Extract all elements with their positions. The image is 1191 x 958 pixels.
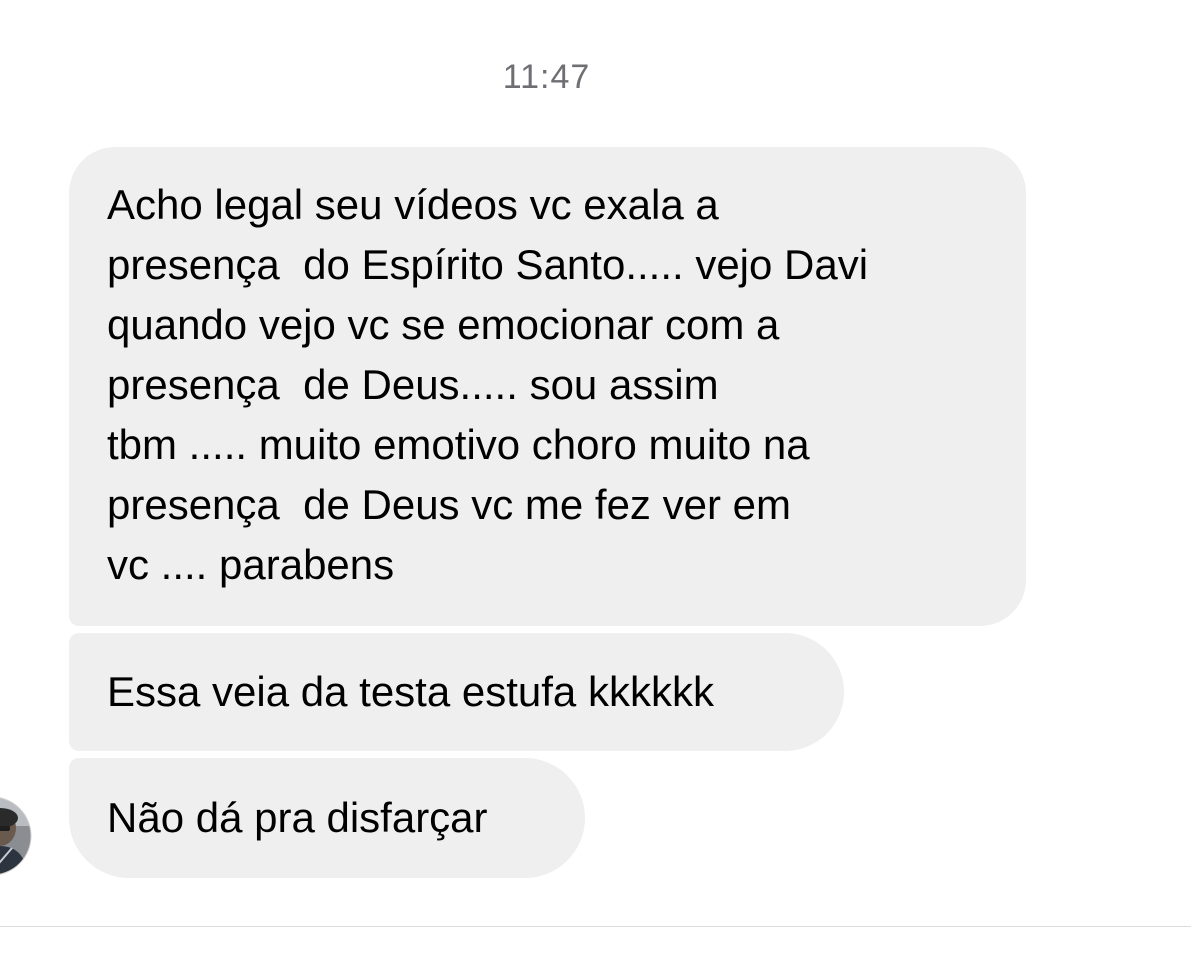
message-bubble[interactable]: Não dá pra disfarçar [69, 758, 585, 878]
message-text-line: Acho legal seu vídeos vc exala a [107, 181, 719, 228]
composer-divider [0, 926, 1191, 927]
sender-avatar[interactable] [0, 796, 32, 876]
message-bubble[interactable]: Essa veia da testa estufa kkkkkk [69, 633, 844, 751]
avatar-photo-icon [0, 797, 32, 875]
message-text-line: vc .... parabens [107, 541, 395, 588]
message-text-line: presença de Deus vc me fez ver em [107, 481, 791, 528]
message-text: Essa veia da testa estufa kkkkkk [107, 668, 714, 715]
message-text-line: tbm ..... muito emotivo choro muito na [107, 421, 810, 468]
message-text-line: quando vejo vc se emocionar com a [107, 301, 780, 348]
message-text-line: presença de Deus..... sou assim [107, 361, 719, 408]
message-text: Não dá pra disfarçar [107, 794, 488, 841]
message-timestamp: 11:47 [502, 58, 591, 96]
message-text-line: presença do Espírito Santo..... vejo Dav… [107, 241, 869, 288]
message-bubble[interactable]: Acho legal seu vídeos vc exala a presenç… [69, 147, 1026, 626]
